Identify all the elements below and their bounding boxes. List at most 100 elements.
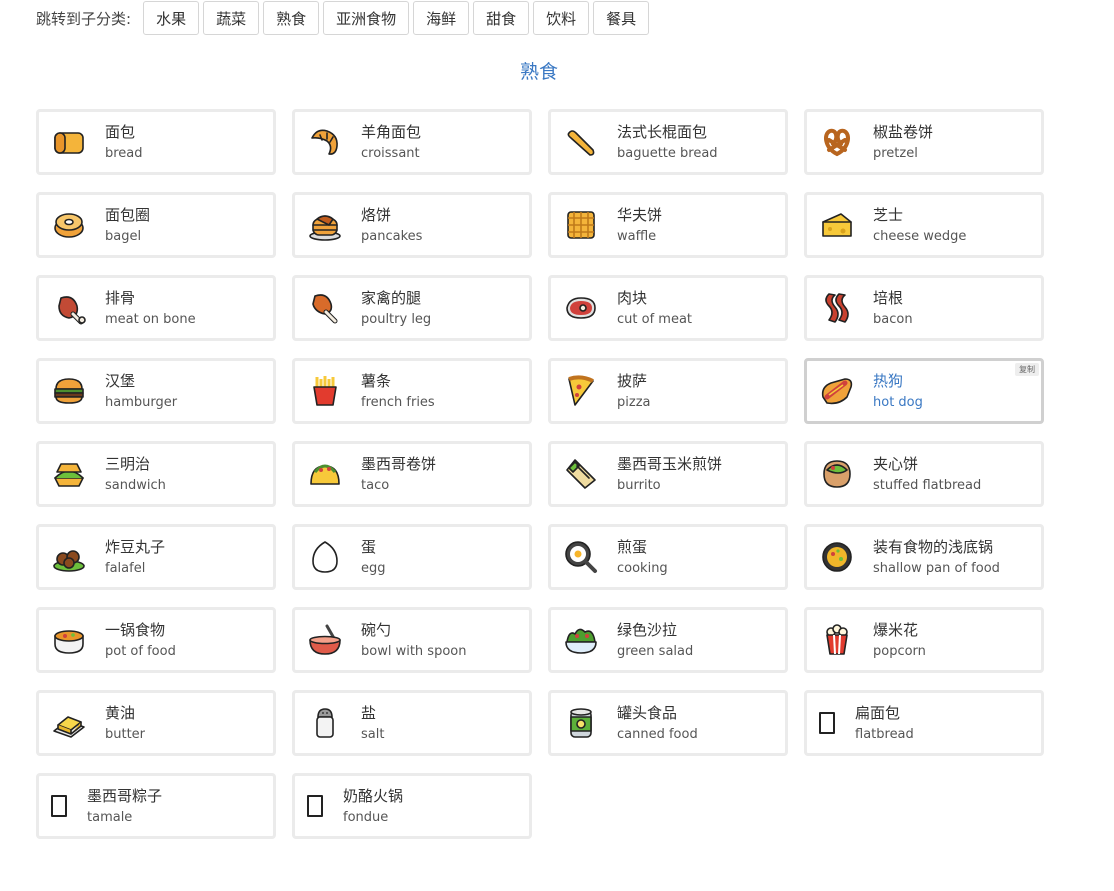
- meat-on-bone-icon: [58, 296, 86, 325]
- subnav-fruit[interactable]: 水果: [143, 1, 200, 35]
- emoji-card-croissant[interactable]: 羊角面包 croissant: [292, 109, 532, 175]
- emoji-card-baguette-bread[interactable]: 法式长棍面包 baguette bread: [548, 109, 788, 175]
- emoji-name-zh: 夹心饼: [873, 454, 919, 473]
- emoji-name-zh: 盐: [361, 703, 377, 722]
- emoji-grid: 面包 bread 羊角面包 croissant 法式长棍面包 baguette bread…: [36, 109, 1046, 839]
- emoji-card-egg[interactable]: 蛋 egg: [292, 524, 532, 590]
- emoji-card-texts: 扁面包 flatbread: [855, 703, 914, 744]
- emoji-name-en: cooking: [617, 560, 668, 576]
- emoji-card-hamburger[interactable]: 汉堡 hamburger: [36, 358, 276, 424]
- emoji-name-en: stuffed flatbread: [873, 477, 982, 493]
- emoji-card-texts: 家禽的腿 poultry leg: [361, 288, 431, 329]
- popcorn-icon: [826, 624, 848, 655]
- subnav-seafood[interactable]: 海鲜: [413, 1, 470, 35]
- subnav-vegetables[interactable]: 蔬菜: [203, 1, 260, 35]
- emoji-card-bread[interactable]: 面包 bread: [36, 109, 276, 175]
- emoji-name-zh: 面包圈: [105, 205, 151, 224]
- emoji-card-bacon[interactable]: 培根 bacon: [804, 275, 1044, 341]
- emoji-card-cut-of-meat[interactable]: 肉块 cut of meat: [548, 275, 788, 341]
- emoji-card-pot-of-food[interactable]: 一锅食物 pot of food: [36, 607, 276, 673]
- egg-icon: [312, 541, 338, 573]
- emoji-card-texts: 奶酪火锅 fondue: [343, 786, 403, 827]
- emoji-name-en: meat on bone: [105, 311, 196, 327]
- emoji-card-sandwich[interactable]: 三明治 sandwich: [36, 441, 276, 507]
- emoji-name-en: tamale: [87, 809, 133, 825]
- baguette-icon: [567, 130, 595, 156]
- emoji-name-zh: 法式长棍面包: [617, 122, 708, 141]
- pizza-icon: [568, 375, 594, 406]
- emoji-name-zh: 绿色沙拉: [617, 620, 678, 639]
- waffle-icon: [567, 211, 595, 239]
- emoji-card-texts: 华夫饼 waffle: [617, 205, 662, 246]
- emoji-name-en: bowl with spoon: [361, 643, 467, 659]
- bacon-icon: [825, 293, 849, 323]
- emoji-name-en: green salad: [617, 643, 694, 659]
- poultry-leg-icon: [312, 294, 338, 324]
- emoji-name-en: fondue: [343, 809, 389, 825]
- emoji-card-burrito[interactable]: 墨西哥玉米煎饼 burrito: [548, 441, 788, 507]
- subnav-prepared-food[interactable]: 熟食: [263, 1, 320, 35]
- emoji-card-pretzel[interactable]: 椒盐卷饼 pretzel: [804, 109, 1044, 175]
- subnav-drinks[interactable]: 饮料: [533, 1, 590, 35]
- emoji-card-taco[interactable]: 墨西哥卷饼 taco: [292, 441, 532, 507]
- canned-food-icon: [570, 708, 592, 738]
- emoji-card-poultry-leg[interactable]: 家禽的腿 poultry leg: [292, 275, 532, 341]
- emoji-card-cheese-wedge[interactable]: 芝士 cheese wedge: [804, 192, 1044, 258]
- emoji-card-texts: 墨西哥玉米煎饼 burrito: [617, 454, 722, 495]
- emoji-name-en: hot dog: [873, 394, 923, 410]
- emoji-name-zh: 热狗: [873, 371, 904, 390]
- emoji-card-texts: 装有食物的浅底锅 shallow pan of food: [873, 537, 1000, 578]
- emoji-card-texts: 烙饼 pancakes: [361, 205, 422, 246]
- emoji-card-pizza[interactable]: 披萨 pizza: [548, 358, 788, 424]
- emoji-card-texts: 炸豆丸子 falafel: [105, 537, 165, 578]
- emoji-card-waffle[interactable]: 华夫饼 waffle: [548, 192, 788, 258]
- emoji-card-texts: 排骨 meat on bone: [105, 288, 196, 329]
- emoji-name-zh: 薯条: [361, 371, 392, 390]
- stuffed-flatbread-icon: [823, 460, 851, 488]
- emoji-name-zh: 椒盐卷饼: [873, 122, 934, 141]
- subnav-asian-food[interactable]: 亚洲食物: [323, 1, 410, 35]
- emoji-card-green-salad[interactable]: 绿色沙拉 green salad: [548, 607, 788, 673]
- emoji-name-en: croissant: [361, 145, 420, 161]
- emoji-name-en: butter: [105, 726, 146, 742]
- bagel-icon: [54, 213, 84, 238]
- subnav-sweets[interactable]: 甜食: [473, 1, 530, 35]
- emoji-card-shallow-pan-of-food[interactable]: 装有食物的浅底锅 shallow pan of food: [804, 524, 1044, 590]
- emoji-card-texts: 面包 bread: [105, 122, 143, 163]
- pretzel-icon: [823, 128, 851, 156]
- emoji-card-flatbread[interactable]: 扁面包 flatbread: [804, 690, 1044, 756]
- emoji-card-bowl-with-spoon[interactable]: 碗勺 bowl with spoon: [292, 607, 532, 673]
- emoji-card-bagel[interactable]: 面包圈 bagel: [36, 192, 276, 258]
- emoji-card-butter[interactable]: 黄油 butter: [36, 690, 276, 756]
- emoji-card-salt[interactable]: 盐 salt: [292, 690, 532, 756]
- emoji-card-meat-on-bone[interactable]: 排骨 meat on bone: [36, 275, 276, 341]
- salt-icon: [316, 708, 334, 738]
- emoji-card-stuffed-flatbread[interactable]: 夹心饼 stuffed flatbread: [804, 441, 1044, 507]
- emoji-card-texts: 肉块 cut of meat: [617, 288, 692, 329]
- bowl-with-spoon-icon: [309, 624, 341, 655]
- emoji-name-en: egg: [361, 560, 386, 576]
- emoji-card-falafel[interactable]: 炸豆丸子 falafel: [36, 524, 276, 590]
- emoji-card-canned-food[interactable]: 罐头食品 canned food: [548, 690, 788, 756]
- emoji-card-fondue[interactable]: 奶酪火锅 fondue: [292, 773, 532, 839]
- missing-glyph-icon: [307, 795, 323, 817]
- subnav-dishware[interactable]: 餐具: [593, 1, 650, 35]
- emoji-card-cooking[interactable]: 煎蛋 cooking: [548, 524, 788, 590]
- emoji-card-pancakes[interactable]: 烙饼 pancakes: [292, 192, 532, 258]
- croissant-icon: [311, 129, 338, 155]
- emoji-card-french-fries[interactable]: 薯条 french fries: [292, 358, 532, 424]
- emoji-name-zh: 华夫饼: [617, 205, 663, 224]
- emoji-card-texts: 一锅食物 pot of food: [105, 620, 176, 661]
- emoji-card-popcorn[interactable]: 爆米花 popcorn: [804, 607, 1044, 673]
- sandwich-icon: [54, 463, 84, 487]
- emoji-card-tamale[interactable]: 墨西哥粽子 tamale: [36, 773, 276, 839]
- emoji-name-zh: 炸豆丸子: [105, 537, 166, 556]
- emoji-card-texts: 墨西哥粽子 tamale: [87, 786, 162, 827]
- emoji-name-zh: 罐头食品: [617, 703, 678, 722]
- emoji-card-hot-dog[interactable]: 热狗 hot dog 复制: [804, 358, 1044, 424]
- copy-button[interactable]: 复制: [1015, 363, 1039, 376]
- falafel-icon: [53, 550, 85, 572]
- emoji-card-texts: 培根 bacon: [873, 288, 913, 329]
- emoji-name-zh: 墨西哥粽子: [87, 786, 163, 805]
- emoji-name-en: popcorn: [873, 643, 926, 659]
